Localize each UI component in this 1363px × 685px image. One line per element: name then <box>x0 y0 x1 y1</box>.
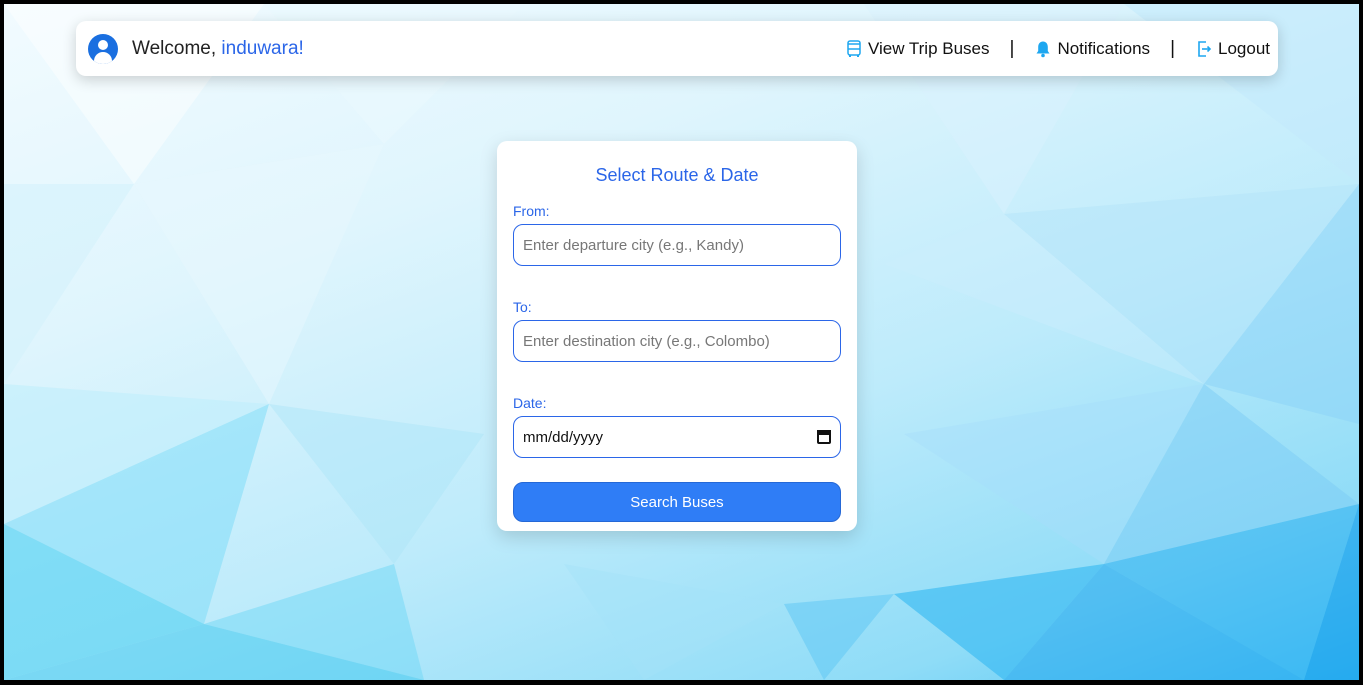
user-circle-icon <box>88 33 118 64</box>
from-placeholder: Enter departure city (e.g., Kandy) <box>523 236 744 254</box>
date-input[interactable]: mm/dd/yyyy <box>513 416 841 458</box>
bus-icon <box>847 39 861 57</box>
username: induwara! <box>221 37 304 59</box>
notifications-link[interactable]: Notifications <box>1034 39 1150 59</box>
nav-links: View Trip Buses | Notifications | Logout <box>845 38 1270 60</box>
date-value: mm/dd/yyyy <box>523 428 604 446</box>
logout-link[interactable]: Logout <box>1195 39 1270 59</box>
notifications-label: Notifications <box>1057 38 1151 58</box>
logout-icon <box>1198 40 1212 57</box>
app-window: Welcome, induwara! View Trip Buses | Not… <box>0 0 1363 685</box>
nav-separator: | <box>1170 37 1175 59</box>
card-title: Select Route & Date <box>595 165 759 185</box>
top-navigation-bar: Welcome, induwara! View Trip Buses | Not… <box>76 21 1278 76</box>
to-placeholder: Enter destination city (e.g., Colombo) <box>523 332 770 350</box>
view-trip-buses-label: View Trip Buses <box>867 38 990 58</box>
calendar-icon[interactable] <box>817 430 831 444</box>
date-label: Date: <box>513 395 547 411</box>
logout-label: Logout <box>1218 38 1270 58</box>
to-input[interactable]: Enter destination city (e.g., Colombo) <box>513 320 841 362</box>
to-label: To: <box>513 299 532 315</box>
welcome-message: Welcome, induwara! <box>132 38 304 60</box>
view-trip-buses-link[interactable]: View Trip Buses <box>845 39 990 59</box>
nav-separator: | <box>1009 37 1015 59</box>
from-label: From: <box>513 203 550 219</box>
from-input[interactable]: Enter departure city (e.g., Kandy) <box>513 224 841 266</box>
route-search-card: Select Route & Date From: Enter departur… <box>497 141 857 531</box>
welcome-prefix: Welcome, <box>132 37 217 59</box>
search-buses-button[interactable]: Search Buses <box>513 482 841 522</box>
bell-icon <box>1036 41 1050 57</box>
